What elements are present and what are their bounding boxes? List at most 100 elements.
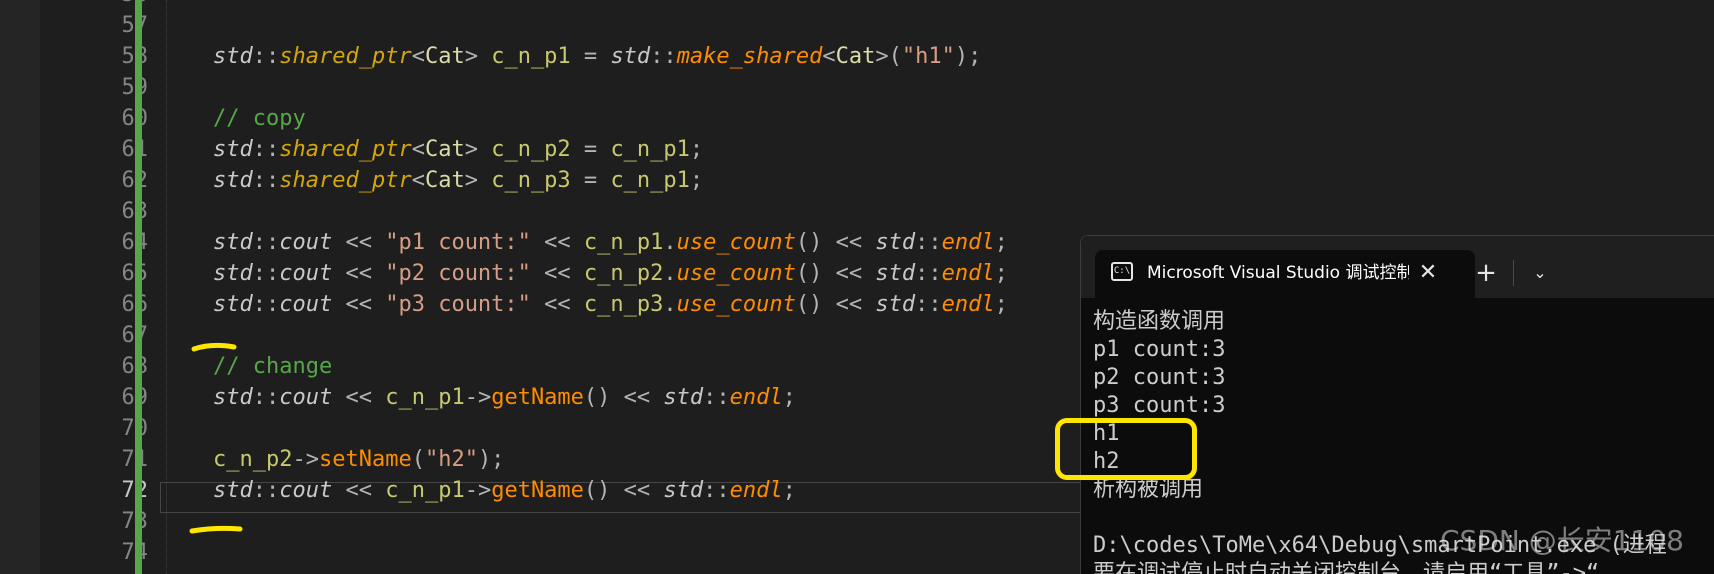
token: << bbox=[332, 478, 386, 503]
code-line-60[interactable]: // copy bbox=[213, 103, 306, 134]
token: std bbox=[875, 292, 916, 317]
token: ; bbox=[994, 230, 1008, 255]
console-tab[interactable]: C:\ Microsoft Visual Studio 调试控制台 ✕ bbox=[1095, 250, 1475, 298]
comment: // change bbox=[213, 354, 333, 379]
token: endl bbox=[941, 261, 995, 286]
tab-title: Microsoft Visual Studio 调试控制台 bbox=[1147, 263, 1409, 283]
token: c_n_p1 bbox=[583, 230, 664, 255]
token: -> bbox=[464, 478, 492, 503]
token: . bbox=[663, 261, 677, 286]
token: << bbox=[332, 261, 386, 286]
token: std bbox=[213, 385, 253, 410]
token: c_n_p1 bbox=[610, 137, 690, 162]
token: std bbox=[875, 261, 916, 286]
token: << bbox=[822, 261, 876, 286]
token: :: bbox=[252, 230, 280, 255]
console-line: 析构被调用 bbox=[1093, 477, 1204, 502]
token: std bbox=[663, 385, 704, 410]
token: "h2" bbox=[424, 447, 478, 472]
token: :: bbox=[703, 478, 730, 503]
token: << bbox=[822, 292, 876, 317]
token: use_count bbox=[676, 261, 796, 286]
token: = bbox=[570, 44, 611, 69]
token: :: bbox=[252, 261, 280, 286]
token: setName bbox=[318, 447, 412, 472]
token: "p1 count:" bbox=[385, 230, 531, 255]
token: cout bbox=[279, 385, 333, 410]
token: :: bbox=[650, 44, 677, 69]
token: c_n_p3 bbox=[583, 292, 664, 317]
token: :: bbox=[252, 137, 280, 162]
token: std bbox=[213, 137, 253, 162]
token: << bbox=[530, 261, 584, 286]
token: Cat bbox=[424, 137, 465, 162]
token: endl bbox=[941, 292, 995, 317]
token: :: bbox=[915, 230, 942, 255]
token: c_n_p2 bbox=[491, 137, 571, 162]
token: ; bbox=[689, 137, 704, 162]
token: << bbox=[332, 292, 386, 317]
token: Cat bbox=[424, 168, 465, 193]
token: ( bbox=[411, 447, 425, 472]
token: ); bbox=[954, 44, 982, 69]
token: << bbox=[530, 230, 584, 255]
token: std bbox=[875, 230, 916, 255]
token: Cat bbox=[424, 44, 465, 69]
token: ; bbox=[994, 292, 1008, 317]
token: shared_ptr bbox=[279, 168, 412, 193]
token: c_n_p2 bbox=[213, 447, 293, 472]
token: endl bbox=[729, 478, 783, 503]
token: << bbox=[332, 230, 386, 255]
code-line-65[interactable]: std::cout << "p2 count:" << c_n_p2.use_c… bbox=[213, 258, 1008, 289]
code-line-71[interactable]: c_n_p2->setName("h2"); bbox=[213, 444, 504, 475]
token: std bbox=[663, 478, 704, 503]
comment: // copy bbox=[213, 106, 306, 131]
token: << bbox=[530, 292, 584, 317]
console-titlebar: C:\ Microsoft Visual Studio 调试控制台 ✕ + ⌄ bbox=[1081, 236, 1714, 298]
token: c_n_p1 bbox=[491, 44, 571, 69]
token: cout bbox=[279, 292, 333, 317]
token: < bbox=[822, 44, 836, 69]
token: getName bbox=[491, 478, 584, 503]
token: ; bbox=[782, 478, 796, 503]
token: :: bbox=[252, 478, 280, 503]
token: endl bbox=[729, 385, 783, 410]
token: >( bbox=[875, 44, 902, 69]
token: > bbox=[464, 168, 492, 193]
token: ; bbox=[994, 261, 1008, 286]
token: :: bbox=[915, 261, 942, 286]
token: "p3 count:" bbox=[385, 292, 531, 317]
token: < bbox=[411, 44, 425, 69]
code-line-61[interactable]: std::shared_ptr<Cat> c_n_p2 = c_n_p1; bbox=[213, 134, 703, 165]
token: make_shared bbox=[676, 44, 823, 69]
token: use_count bbox=[676, 292, 796, 317]
token: -> bbox=[292, 447, 319, 472]
code-line-58[interactable]: std::shared_ptr<Cat> c_n_p1 = std::make_… bbox=[213, 41, 981, 72]
token: c_n_p2 bbox=[583, 261, 664, 286]
console-line: 要在调试停止时自动关闭控制台，请启用“工具”->“ bbox=[1093, 561, 1600, 574]
watermark: CSDN @长安1108 bbox=[1440, 524, 1684, 557]
token: std bbox=[213, 168, 253, 193]
token: > bbox=[464, 44, 492, 69]
change-tracking-bar bbox=[135, 0, 142, 574]
code-line-64[interactable]: std::cout << "p1 count:" << c_n_p1.use_c… bbox=[213, 227, 1008, 258]
chevron-down-icon[interactable]: ⌄ bbox=[1523, 256, 1557, 290]
code-line-62[interactable]: std::shared_ptr<Cat> c_n_p3 = c_n_p1; bbox=[213, 165, 703, 196]
token: () bbox=[795, 261, 823, 286]
terminal-icon: C:\ bbox=[1111, 262, 1133, 281]
token: << bbox=[332, 385, 386, 410]
console-line: p3 count:3 bbox=[1093, 393, 1226, 418]
token: endl bbox=[941, 230, 995, 255]
token: cout bbox=[279, 230, 333, 255]
token: = bbox=[570, 137, 611, 162]
close-icon[interactable]: ✕ bbox=[1413, 258, 1443, 288]
code-line-72[interactable]: std::cout << c_n_p1->getName() << std::e… bbox=[213, 475, 796, 506]
new-tab-button[interactable]: + bbox=[1469, 256, 1503, 290]
annotation-mark bbox=[189, 525, 243, 534]
token: = bbox=[570, 168, 611, 193]
code-line-66[interactable]: std::cout << "p3 count:" << c_n_p3.use_c… bbox=[213, 289, 1008, 320]
token: > bbox=[464, 137, 492, 162]
code-line-69[interactable]: std::cout << c_n_p1->getName() << std::e… bbox=[213, 382, 796, 413]
token: c_n_p1 bbox=[385, 385, 465, 410]
token: () bbox=[583, 478, 611, 503]
